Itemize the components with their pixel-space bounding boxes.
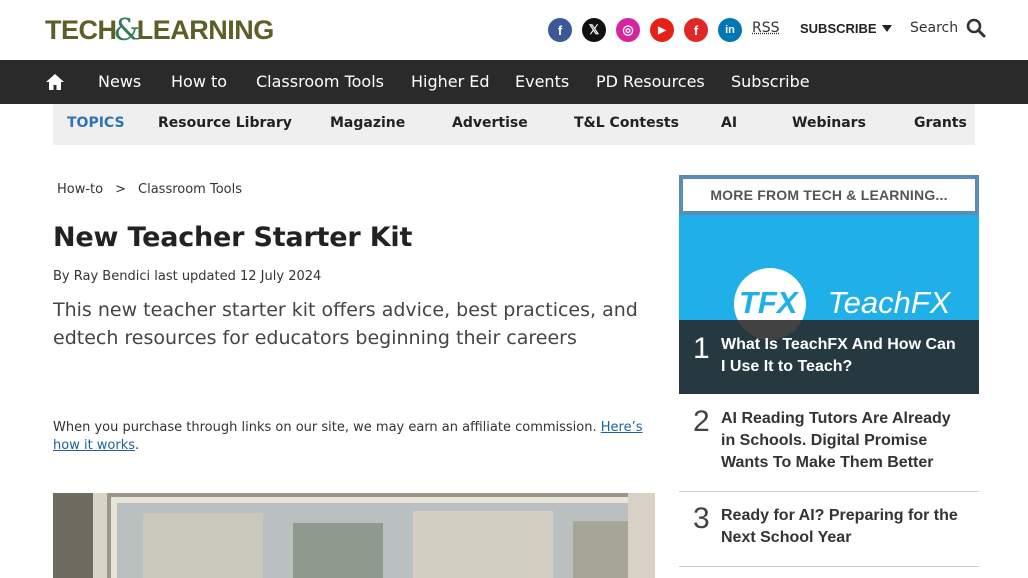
featured-caption: 1 What Is TeachFX And How Can I Use It t…	[679, 320, 979, 394]
hero-image	[53, 493, 655, 578]
home-icon[interactable]	[45, 72, 65, 92]
article-title: New Teacher Starter Kit	[53, 222, 413, 253]
affiliate-text: When you purchase through links on our s…	[53, 420, 597, 435]
nav-item-higher-ed[interactable]: Higher Ed	[411, 72, 490, 91]
topic-grants[interactable]: Grants	[914, 115, 967, 131]
rank-number: 2	[693, 405, 710, 438]
flipboard-icon[interactable]: f	[684, 18, 708, 42]
rank-number: 1	[693, 332, 710, 365]
topic-webinars[interactable]: Webinars	[792, 115, 866, 131]
sidebar-more-from: MORE FROM TECH & LEARNING... TFX TeachFX …	[679, 175, 979, 578]
social-links: f 𝕏 ◎ ▶ f in	[548, 18, 742, 42]
topic-magazine[interactable]: Magazine	[330, 115, 405, 131]
author-link[interactable]: Ray Bendici	[74, 269, 150, 284]
linkedin-icon[interactable]: in	[718, 18, 742, 42]
topics-label: TOPICS	[67, 115, 125, 131]
sidebar-divider	[679, 491, 979, 492]
subscribe-dropdown[interactable]: SUBSCRIBE	[800, 21, 892, 36]
nav-item-news[interactable]: News	[98, 72, 141, 91]
sidebar-item-title[interactable]: Ready for AI? Preparing for the Next Sch…	[721, 505, 961, 549]
affiliate-end: .	[135, 438, 140, 453]
nav-item-events[interactable]: Events	[515, 72, 569, 91]
topics-bar: TOPICS Resource Library Magazine Adverti…	[53, 104, 975, 145]
site-logo[interactable]: TECH & LEARNING	[45, 13, 275, 48]
search-button[interactable]: Search	[910, 18, 986, 38]
logo-text-learning: LEARNING	[136, 14, 275, 45]
updated-date: last updated 12 July 2024	[154, 269, 322, 284]
nav-item-subscribe[interactable]: Subscribe	[731, 72, 810, 91]
facebook-icon[interactable]: f	[548, 18, 572, 42]
x-icon[interactable]: 𝕏	[582, 18, 606, 42]
article-byline: By Ray Bendici last updated 12 July 2024	[53, 269, 321, 284]
teachfx-logo-mark: TFX	[739, 285, 798, 320]
main-navigation: News How to Classroom Tools Higher Ed Ev…	[0, 60, 1028, 104]
breadcrumb: How-to > Classroom Tools	[57, 182, 242, 197]
rss-link[interactable]: RSS	[752, 20, 780, 36]
byline-prefix: By	[53, 269, 70, 284]
nav-item-how-to[interactable]: How to	[171, 72, 227, 91]
hero-image-art	[53, 493, 655, 578]
breadcrumb-how-to[interactable]: How-to	[57, 182, 103, 197]
sidebar-divider	[679, 566, 979, 567]
site-header: TECH & LEARNING f 𝕏 ◎ ▶ f in RSS SUBSCRI…	[0, 0, 1028, 60]
sidebar-item-title[interactable]: AI Reading Tutors Are Already in Schools…	[721, 408, 961, 474]
nav-item-classroom-tools[interactable]: Classroom Tools	[256, 72, 384, 91]
teachfx-logo-text: TeachFX	[827, 285, 951, 320]
logo-text-tech: TECH	[45, 14, 117, 45]
sidebar-heading: MORE FROM TECH & LEARNING...	[683, 179, 975, 211]
sidebar-featured-item[interactable]: TFX TeachFX 1 What Is TeachFX And How Can…	[679, 215, 979, 394]
breadcrumb-classroom-tools[interactable]: Classroom Tools	[138, 182, 242, 197]
article-standfirst: This new teacher starter kit offers advi…	[53, 299, 638, 349]
affiliate-disclaimer: When you purchase through links on our s…	[53, 419, 653, 455]
rank-number: 3	[693, 502, 710, 535]
youtube-icon[interactable]: ▶	[650, 18, 674, 42]
caret-down-icon	[881, 25, 892, 32]
sidebar-item-title[interactable]: What Is TeachFX And How Can I Use It to …	[721, 334, 961, 378]
teachfx-logo: TFX TeachFX	[739, 285, 951, 321]
topic-tl-contests[interactable]: T&L Contests	[574, 115, 679, 131]
nav-item-pd-resources[interactable]: PD Resources	[596, 72, 705, 91]
search-icon	[966, 18, 986, 38]
topic-ai[interactable]: AI	[721, 115, 737, 131]
sidebar-heading-box: MORE FROM TECH & LEARNING...	[679, 175, 979, 215]
topic-advertise[interactable]: Advertise	[452, 115, 528, 131]
subscribe-label: SUBSCRIBE	[800, 21, 877, 36]
topic-resource-library[interactable]: Resource Library	[158, 115, 292, 131]
instagram-icon[interactable]: ◎	[616, 18, 640, 42]
breadcrumb-separator: >	[115, 182, 127, 197]
search-label: Search	[910, 20, 959, 36]
